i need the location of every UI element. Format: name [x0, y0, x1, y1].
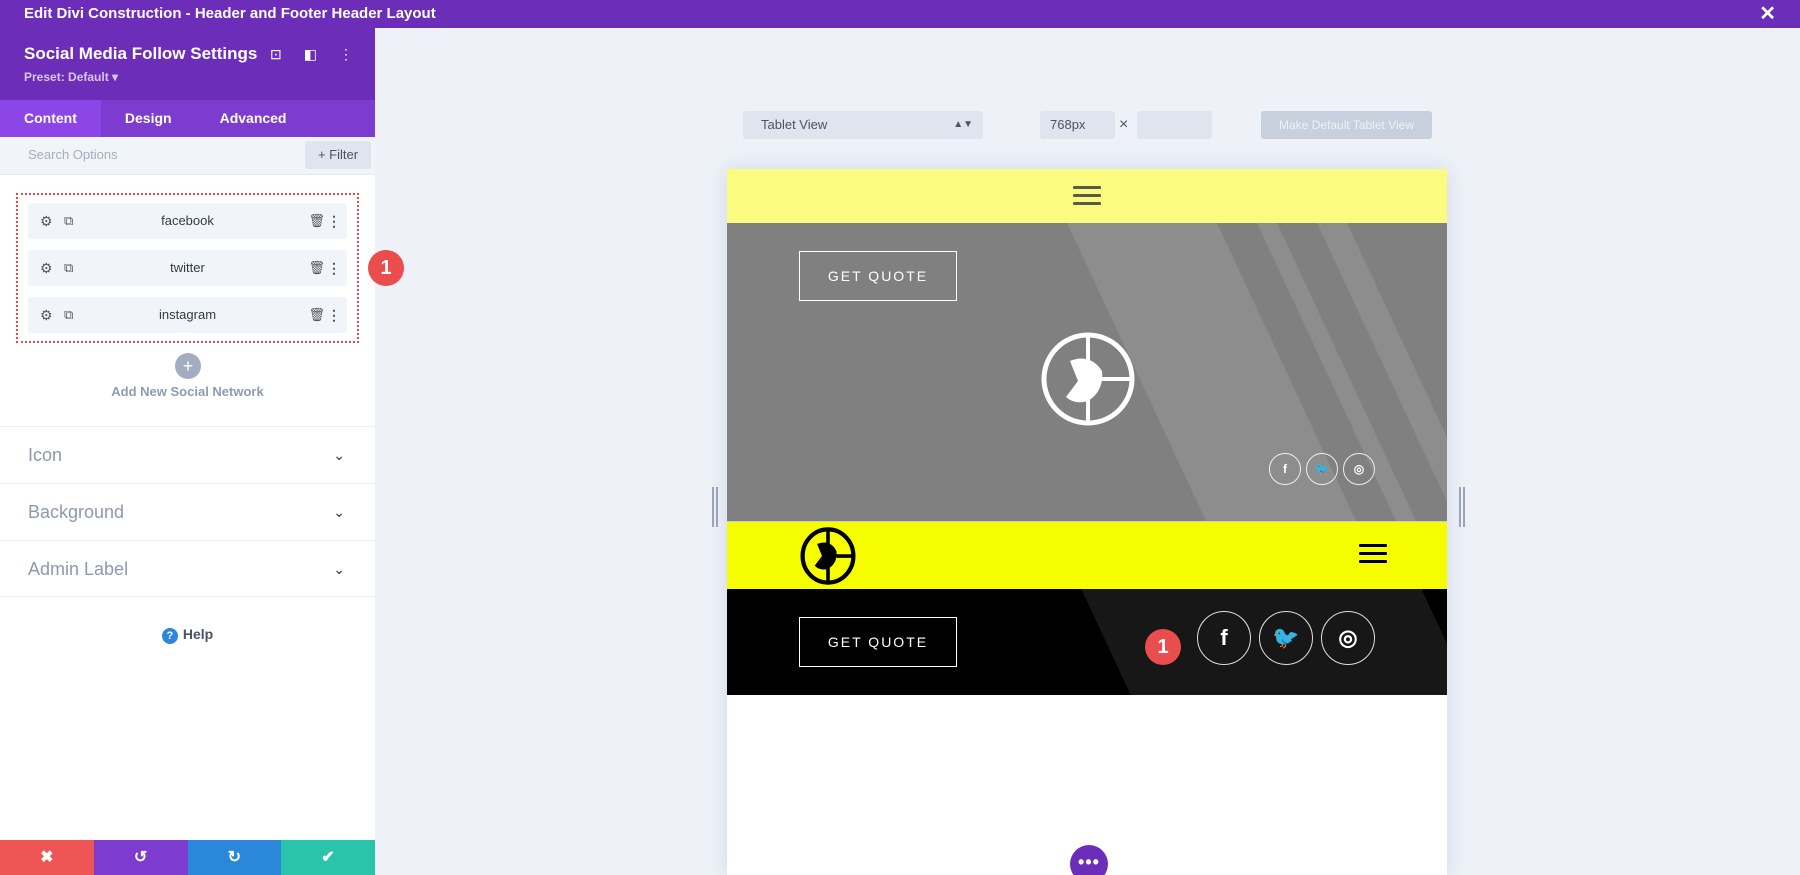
toggle-label: Icon: [28, 445, 63, 465]
make-default-button[interactable]: Make Default Tablet View: [1261, 111, 1432, 139]
search-input[interactable]: Search Options: [28, 147, 118, 162]
add-network-label[interactable]: Add New Social Network: [0, 384, 375, 399]
tab-advanced[interactable]: Advanced: [196, 100, 311, 137]
duplicate-icon[interactable]: ⧉: [64, 297, 73, 333]
help-label: Help: [182, 626, 214, 642]
toggle-admin-label[interactable]: Admin Label ⌄: [0, 540, 375, 597]
preset-dropdown[interactable]: Preset: Default ▾: [24, 70, 351, 84]
menu-icon[interactable]: [1073, 181, 1101, 210]
logo-icon: [800, 527, 856, 585]
twitter-icon[interactable]: 🐦: [1306, 453, 1338, 485]
trash-icon[interactable]: 🗑: [308, 203, 325, 239]
gear-icon[interactable]: ⚙: [40, 203, 53, 239]
network-label: instagram: [158, 307, 217, 322]
social-network-list: ⚙ ⧉ facebook 🗑 ⋮ ⚙ ⧉ twitter 🗑 ⋮ ⚙ ⧉ ins…: [16, 193, 359, 343]
select-arrows-icon: ▲▼: [953, 119, 973, 130]
get-quote-button[interactable]: GET QUOTE: [799, 617, 957, 667]
panel-header: Social Media Follow Settings Preset: Def…: [0, 28, 375, 100]
redo-button[interactable]: ↻: [187, 840, 282, 875]
settings-panel: Social Media Follow Settings Preset: Def…: [0, 28, 404, 875]
gear-icon[interactable]: ⚙: [40, 250, 53, 286]
network-label: facebook: [161, 213, 214, 228]
more-options-button[interactable]: •••: [1070, 845, 1108, 875]
save-button[interactable]: ✔: [281, 840, 375, 875]
sticky-header: [727, 521, 1447, 589]
annotation-badge: 1: [1145, 629, 1181, 665]
toggle-label: Admin Label: [28, 559, 129, 579]
instagram-icon[interactable]: ◎: [1321, 611, 1375, 665]
resize-handle-right[interactable]: [1459, 487, 1465, 527]
toggle-icon[interactable]: Icon ⌄: [0, 426, 375, 483]
tablet-preview: GET QUOTE f 🐦 ◎ GET QUOTE 1 f 🐦 ◎ •••: [727, 169, 1447, 875]
chevron-down-icon: ⌄: [333, 504, 345, 520]
network-label: twitter: [170, 260, 205, 275]
list-item[interactable]: ⚙ ⧉ instagram 🗑 ⋮: [28, 297, 347, 333]
tab-content[interactable]: Content: [0, 100, 101, 137]
window-title-bar: Edit Divi Construction - Header and Foot…: [0, 0, 1800, 28]
width-input[interactable]: 768px: [1040, 111, 1115, 139]
layout-icon[interactable]: ◧: [304, 46, 317, 63]
help-icon: ?: [161, 628, 178, 644]
view-mode-select[interactable]: Tablet View ▲▼: [743, 111, 983, 139]
add-network-button[interactable]: +: [175, 353, 201, 379]
get-quote-button[interactable]: GET QUOTE: [799, 251, 957, 301]
chevron-down-icon: ⌄: [333, 447, 345, 463]
facebook-icon[interactable]: f: [1197, 611, 1251, 665]
logo-icon: [1041, 332, 1135, 426]
social-icons-small: f 🐦 ◎: [1269, 453, 1375, 485]
window-title: Edit Divi Construction - Header and Foot…: [24, 5, 436, 22]
social-icons-large: f 🐦 ◎: [1197, 611, 1375, 665]
gear-icon[interactable]: ⚙: [40, 297, 53, 333]
focus-icon[interactable]: ⊡: [270, 46, 282, 63]
dimension-separator: ×: [1119, 116, 1129, 133]
duplicate-icon[interactable]: ⧉: [64, 203, 73, 239]
filter-button[interactable]: + Filter: [305, 141, 371, 169]
toggle-background[interactable]: Background ⌄: [0, 483, 375, 540]
builder-canvas: Tablet View ▲▼ 768px × Make Default Table…: [375, 28, 1800, 875]
help-link[interactable]: ? Help: [0, 626, 375, 644]
more-icon[interactable]: ⋮: [339, 46, 353, 63]
twitter-icon[interactable]: 🐦: [1259, 611, 1313, 665]
more-icon[interactable]: ⋮: [327, 250, 341, 286]
resize-handle-left[interactable]: [712, 487, 718, 527]
undo-button[interactable]: ↺: [93, 840, 188, 875]
facebook-icon[interactable]: f: [1269, 453, 1301, 485]
tab-bar: Content Design Advanced: [0, 100, 375, 137]
instagram-icon[interactable]: ◎: [1343, 453, 1375, 485]
chevron-down-icon: ⌄: [333, 561, 345, 577]
height-input[interactable]: [1137, 111, 1212, 139]
menu-icon[interactable]: [1359, 539, 1387, 568]
more-icon[interactable]: ⋮: [327, 203, 341, 239]
toggle-label: Background: [28, 502, 125, 522]
close-icon[interactable]: ✕: [1759, 0, 1776, 28]
more-icon[interactable]: ⋮: [327, 297, 341, 333]
trash-icon[interactable]: 🗑: [308, 297, 325, 333]
search-row: Search Options + Filter: [0, 137, 375, 175]
hero-section: GET QUOTE f 🐦 ◎: [727, 223, 1447, 521]
list-item[interactable]: ⚙ ⧉ facebook 🗑 ⋮: [28, 203, 347, 239]
footer-bar: GET QUOTE 1 f 🐦 ◎: [727, 589, 1447, 695]
action-bar: ✖ ↺ ↻ ✔: [0, 840, 375, 875]
duplicate-icon[interactable]: ⧉: [64, 250, 73, 286]
cancel-button[interactable]: ✖: [0, 840, 94, 875]
list-item[interactable]: ⚙ ⧉ twitter 🗑 ⋮: [28, 250, 347, 286]
trash-icon[interactable]: 🗑: [308, 250, 325, 286]
top-header-bar: [727, 169, 1447, 223]
view-mode-label: Tablet View: [761, 117, 828, 132]
tab-design[interactable]: Design: [101, 100, 196, 137]
